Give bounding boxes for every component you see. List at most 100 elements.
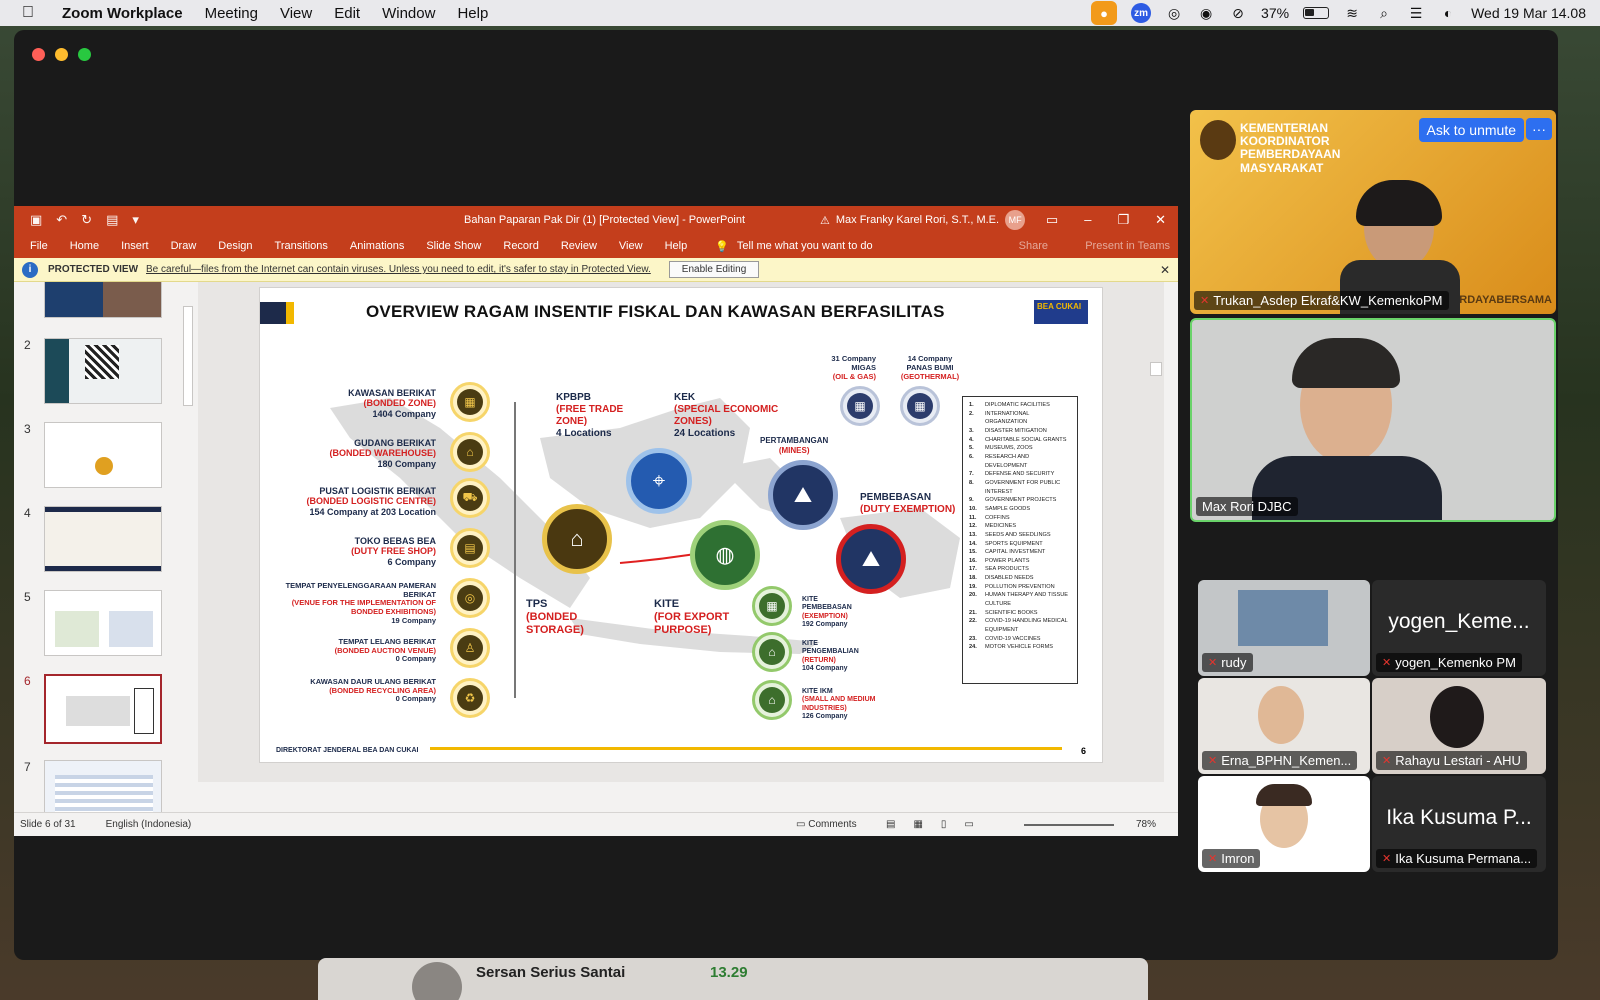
tab-help[interactable]: Help (665, 240, 688, 252)
save-icon[interactable]: ▣ (30, 212, 42, 228)
presenter-view-icon[interactable]: ▭ (964, 819, 973, 830)
share-button[interactable]: Share (1019, 240, 1048, 252)
participant-tile-ika[interactable]: Ika Kusuma P... ✕ Ika Kusuma Permana... (1372, 776, 1546, 872)
thumbnail-2[interactable]: 2 (22, 338, 172, 408)
thumbnail-7[interactable]: 7 (22, 760, 172, 814)
participant-tile-yogen[interactable]: yogen_Keme... ✕ yogen_Kemenko PM (1372, 580, 1546, 676)
participant-name: ✕ Ika Kusuma Permana... (1376, 849, 1538, 868)
tab-insert[interactable]: Insert (121, 240, 149, 252)
exemption-list-item: 7. DEFENSE AND SECURITY (969, 471, 1055, 478)
exemption-list-item: 18. DISABLED NEEDS (969, 575, 1034, 582)
scroll-thumb[interactable] (183, 306, 193, 406)
tab-draw[interactable]: Draw (171, 240, 197, 252)
thumbnail-3[interactable]: 3 (22, 422, 172, 492)
menu-clock[interactable]: Wed 19 Mar 14.08 (1471, 5, 1586, 21)
thumbnail-number: 7 (24, 760, 31, 774)
slide-sorter-icon[interactable]: ▦ (913, 819, 922, 830)
tab-review[interactable]: Review (561, 240, 597, 252)
participant-tile-max-rori[interactable]: Max Rori DJBC (1190, 318, 1556, 522)
slideshow-icon[interactable]: ▤ (106, 212, 118, 228)
menu-view[interactable]: View (280, 5, 312, 22)
participant-hair (1292, 338, 1400, 388)
control-center-icon[interactable]: ☰ (1407, 4, 1425, 22)
zoom-slider[interactable] (1024, 824, 1114, 826)
participant-tile-imron[interactable]: ✕ Imron (1198, 776, 1370, 872)
ribbon-display-icon[interactable]: ▭ (1046, 212, 1058, 228)
fullscreen-window-button[interactable] (78, 48, 91, 61)
close-window-button[interactable] (32, 48, 45, 61)
ppt-close-icon[interactable]: ✕ (1155, 212, 1166, 228)
battery-icon[interactable] (1303, 7, 1330, 19)
thumbnail-4[interactable]: 4 (22, 506, 172, 576)
participant-tile-rudy[interactable]: ✕ rudy (1198, 580, 1370, 676)
customize-toolbar-icon[interactable]: ▾ (132, 212, 139, 228)
tell-me-search[interactable]: 💡 Tell me what you want to do (715, 240, 872, 253)
comments-button[interactable]: ▭ Comments (796, 819, 857, 830)
thumbnail-6[interactable]: 6 (22, 674, 172, 744)
tps-home-icon: ⌂ (542, 504, 612, 574)
tab-file[interactable]: File (30, 240, 48, 252)
protected-view-message[interactable]: Be careful—files from the Internet can c… (146, 264, 651, 275)
participant-avatar-hair (1256, 784, 1312, 806)
tab-home[interactable]: Home (70, 240, 99, 252)
menu-meeting[interactable]: Meeting (205, 5, 258, 22)
participant-tile-rahayu[interactable]: ✕ Rahayu Lestari - AHU (1372, 678, 1546, 774)
enable-editing-button[interactable]: Enable Editing (668, 261, 760, 278)
banner-tag: ERDAYABERSAMA (1451, 294, 1552, 306)
minimize-window-button[interactable] (55, 48, 68, 61)
ppt-restore-icon[interactable]: ❐ (1117, 212, 1129, 228)
ask-to-unmute-button[interactable]: Ask to unmute (1418, 118, 1524, 142)
zoom-status-icon[interactable]: zm (1131, 3, 1152, 23)
tab-design[interactable]: Design (218, 240, 252, 252)
mic-muted-icon: ✕ (1382, 853, 1392, 865)
chat-title: Sersan Serius Santai (476, 964, 626, 981)
slide-scroll-thumb[interactable] (1150, 362, 1162, 376)
apple-icon[interactable]:  (22, 4, 42, 22)
microphone-icon[interactable]: ● (1091, 1, 1118, 25)
background-window-strip[interactable]: Sersan Serius Santai 13.29 (318, 958, 1148, 1000)
exemption-list-item: 4. CHARITABLE SOCIAL GRANTS (969, 436, 1067, 443)
ppt-minimize-icon[interactable]: – (1084, 212, 1091, 228)
siri-icon[interactable]: ◐ (1439, 4, 1457, 22)
document-title: Bahan Paparan Pak Dir (1) [Protected Vie… (464, 214, 746, 226)
label-kite: KITE (FOR EXPORT PURPOSE) (654, 598, 730, 637)
status-language[interactable]: English (Indonesia) (106, 819, 192, 830)
participant-name: ✕ Erna_BPHN_Kemen... (1202, 751, 1358, 770)
exemption-list-item: 19. POLLUTION PREVENTION (969, 583, 1055, 590)
tab-view[interactable]: View (619, 240, 643, 252)
label-kite-pengembalian: KITE PENGEMBALIAN (RETURN) 104 Company (802, 640, 859, 673)
thumbnails-scrollbar[interactable] (182, 290, 194, 810)
participant-tile-erna[interactable]: ✕ Erna_BPHN_Kemen... (1198, 678, 1370, 774)
slide-scrollbar[interactable] (1150, 282, 1162, 732)
present-in-teams-button[interactable]: Present in Teams (1085, 240, 1170, 252)
thumbnail-1[interactable] (22, 282, 172, 322)
search-icon[interactable]: ⌕ (1375, 4, 1393, 22)
speed-icon[interactable]: ◎ (1165, 4, 1183, 22)
close-protected-bar-icon[interactable]: ✕ (1160, 263, 1170, 277)
menu-window[interactable]: Window (382, 5, 435, 22)
banner-org: KEMENTERIAN KOORDINATOR PEMBERDAYAAN MAS… (1240, 121, 1341, 175)
airplay-icon[interactable]: ◉ (1197, 4, 1215, 22)
tab-transitions[interactable]: Transitions (275, 240, 328, 252)
tab-animations[interactable]: Animations (350, 240, 404, 252)
participant-tile-trukan[interactable]: KEMENTERIAN KOORDINATOR PEMBERDAYAAN MAS… (1190, 110, 1556, 314)
label-toko-bebas-bea: TOKO BEBAS BEA (DUTY FREE SHOP) 6 Company (351, 536, 436, 567)
more-options-button[interactable]: ··· (1526, 118, 1552, 140)
tab-record[interactable]: Record (503, 240, 538, 252)
menu-help[interactable]: Help (457, 5, 488, 22)
normal-view-icon[interactable]: ▤ (886, 819, 895, 830)
ppt-user-avatar[interactable]: MF (1005, 210, 1026, 230)
no-charge-icon[interactable]: ⊘ (1229, 4, 1247, 22)
menu-app-name[interactable]: Zoom Workplace (62, 5, 183, 22)
thumbnail-5[interactable]: 5 (22, 590, 172, 660)
ppt-window-buttons: ▭ – ❐ ✕ (1046, 212, 1166, 228)
redo-icon[interactable]: ↻ (81, 212, 92, 228)
mic-muted-icon: ✕ (1208, 853, 1218, 865)
tab-slide-show[interactable]: Slide Show (426, 240, 481, 252)
menu-edit[interactable]: Edit (334, 5, 360, 22)
zoom-level[interactable]: 78% (1136, 819, 1156, 830)
undo-icon[interactable]: ↶ (56, 212, 67, 228)
wifi-icon[interactable]: ≋ (1343, 4, 1361, 22)
ppt-ribbon-tabs: File Home Insert Draw Design Transitions… (14, 234, 1178, 258)
reading-view-icon[interactable]: ▯ (941, 819, 947, 830)
